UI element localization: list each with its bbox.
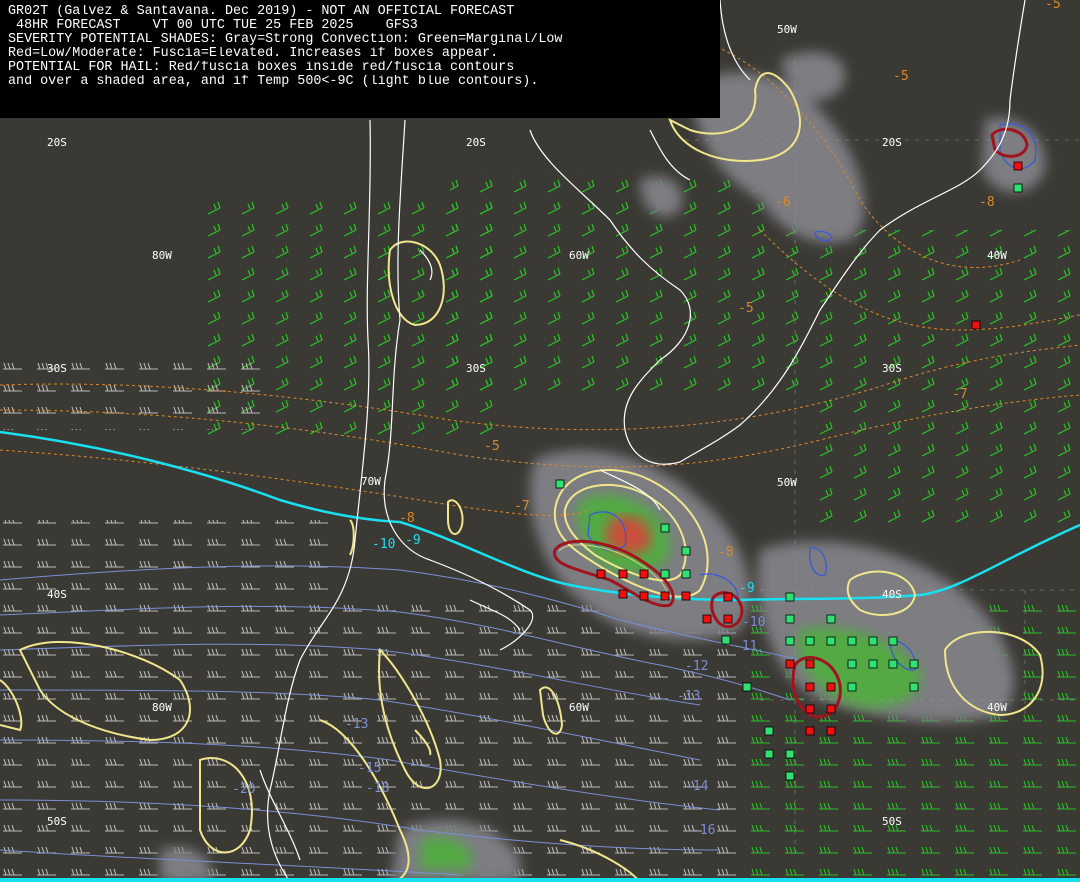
- temp-label: -5: [738, 301, 754, 316]
- header-line-6: and over a shaded area, and if Temp 500<…: [8, 75, 539, 90]
- lat-label: 30S: [882, 362, 902, 375]
- temp-label: -5: [1045, 0, 1061, 12]
- temp-label: -9: [739, 581, 755, 596]
- temp-label: -9: [405, 533, 421, 548]
- temp-label: -7: [952, 387, 968, 402]
- lon-label: 70W: [361, 475, 381, 488]
- temp-label: -10: [372, 537, 395, 552]
- header-line-1: GR02T (Galvez & Santavana. Dec 2019) - N…: [8, 5, 515, 19]
- header-line-2: 48HR FORECAST VT 00 UTC TUE 25 FEB 2025 …: [8, 19, 418, 34]
- header-line-5: POTENTIAL FOR HAIL: Red/fuscia boxes ins…: [8, 61, 515, 76]
- lon-label: 50W: [777, 476, 797, 489]
- temp-label: -13: [345, 717, 368, 732]
- lat-label: 50S: [882, 815, 902, 828]
- temp-label: -15: [358, 761, 381, 776]
- lon-label: 40W: [987, 701, 1007, 714]
- header-line-4: Red=Low/Moderate: Fuscia=Elevated. Incre…: [8, 47, 499, 62]
- lon-label: 60W: [569, 249, 589, 262]
- temp-label: -8: [399, 511, 415, 526]
- temp-label: -8: [718, 545, 734, 560]
- temp-label: -18: [366, 781, 389, 796]
- lat-label: 20S: [466, 136, 486, 149]
- lat-label: 20S: [47, 136, 67, 149]
- lon-label: 50W: [777, 23, 797, 36]
- temp-label: -5: [484, 439, 500, 454]
- lat-label: 40S: [47, 588, 67, 601]
- temp-label: -10: [742, 615, 765, 630]
- temp-label: -6: [775, 195, 791, 210]
- temp-label: -13: [677, 689, 700, 704]
- forecast-header: GR02T (Galvez & Santavana. Dec 2019) - N…: [0, 0, 720, 118]
- temp-label: -5: [893, 69, 909, 84]
- lat-label: 40S: [882, 588, 902, 601]
- lat-label: 20S: [882, 136, 902, 149]
- lon-label: 40W: [987, 249, 1007, 262]
- lon-label: 80W: [152, 701, 172, 714]
- lon-label: 60W: [569, 701, 589, 714]
- lat-label: 50S: [47, 815, 67, 828]
- forecast-map: 50W 20S 20S 20S 80W 60W 40W 30S 30S 30S …: [0, 0, 1080, 882]
- lat-label: 30S: [47, 362, 67, 375]
- header-line-3: SEVERITY POTENTIAL SHADES: Gray=Strong C…: [8, 33, 563, 48]
- temp-label: -16: [692, 823, 715, 838]
- temp-label: -8: [979, 195, 995, 210]
- temp-label: -11: [734, 639, 757, 654]
- lon-label: 80W: [152, 249, 172, 262]
- temp-label: -7: [514, 499, 530, 514]
- lat-label: 30S: [466, 362, 486, 375]
- temp-label: -12: [685, 659, 708, 674]
- temp-label: -14: [685, 779, 709, 794]
- temp-label: -20: [232, 782, 255, 797]
- bottom-border: [0, 878, 1080, 882]
